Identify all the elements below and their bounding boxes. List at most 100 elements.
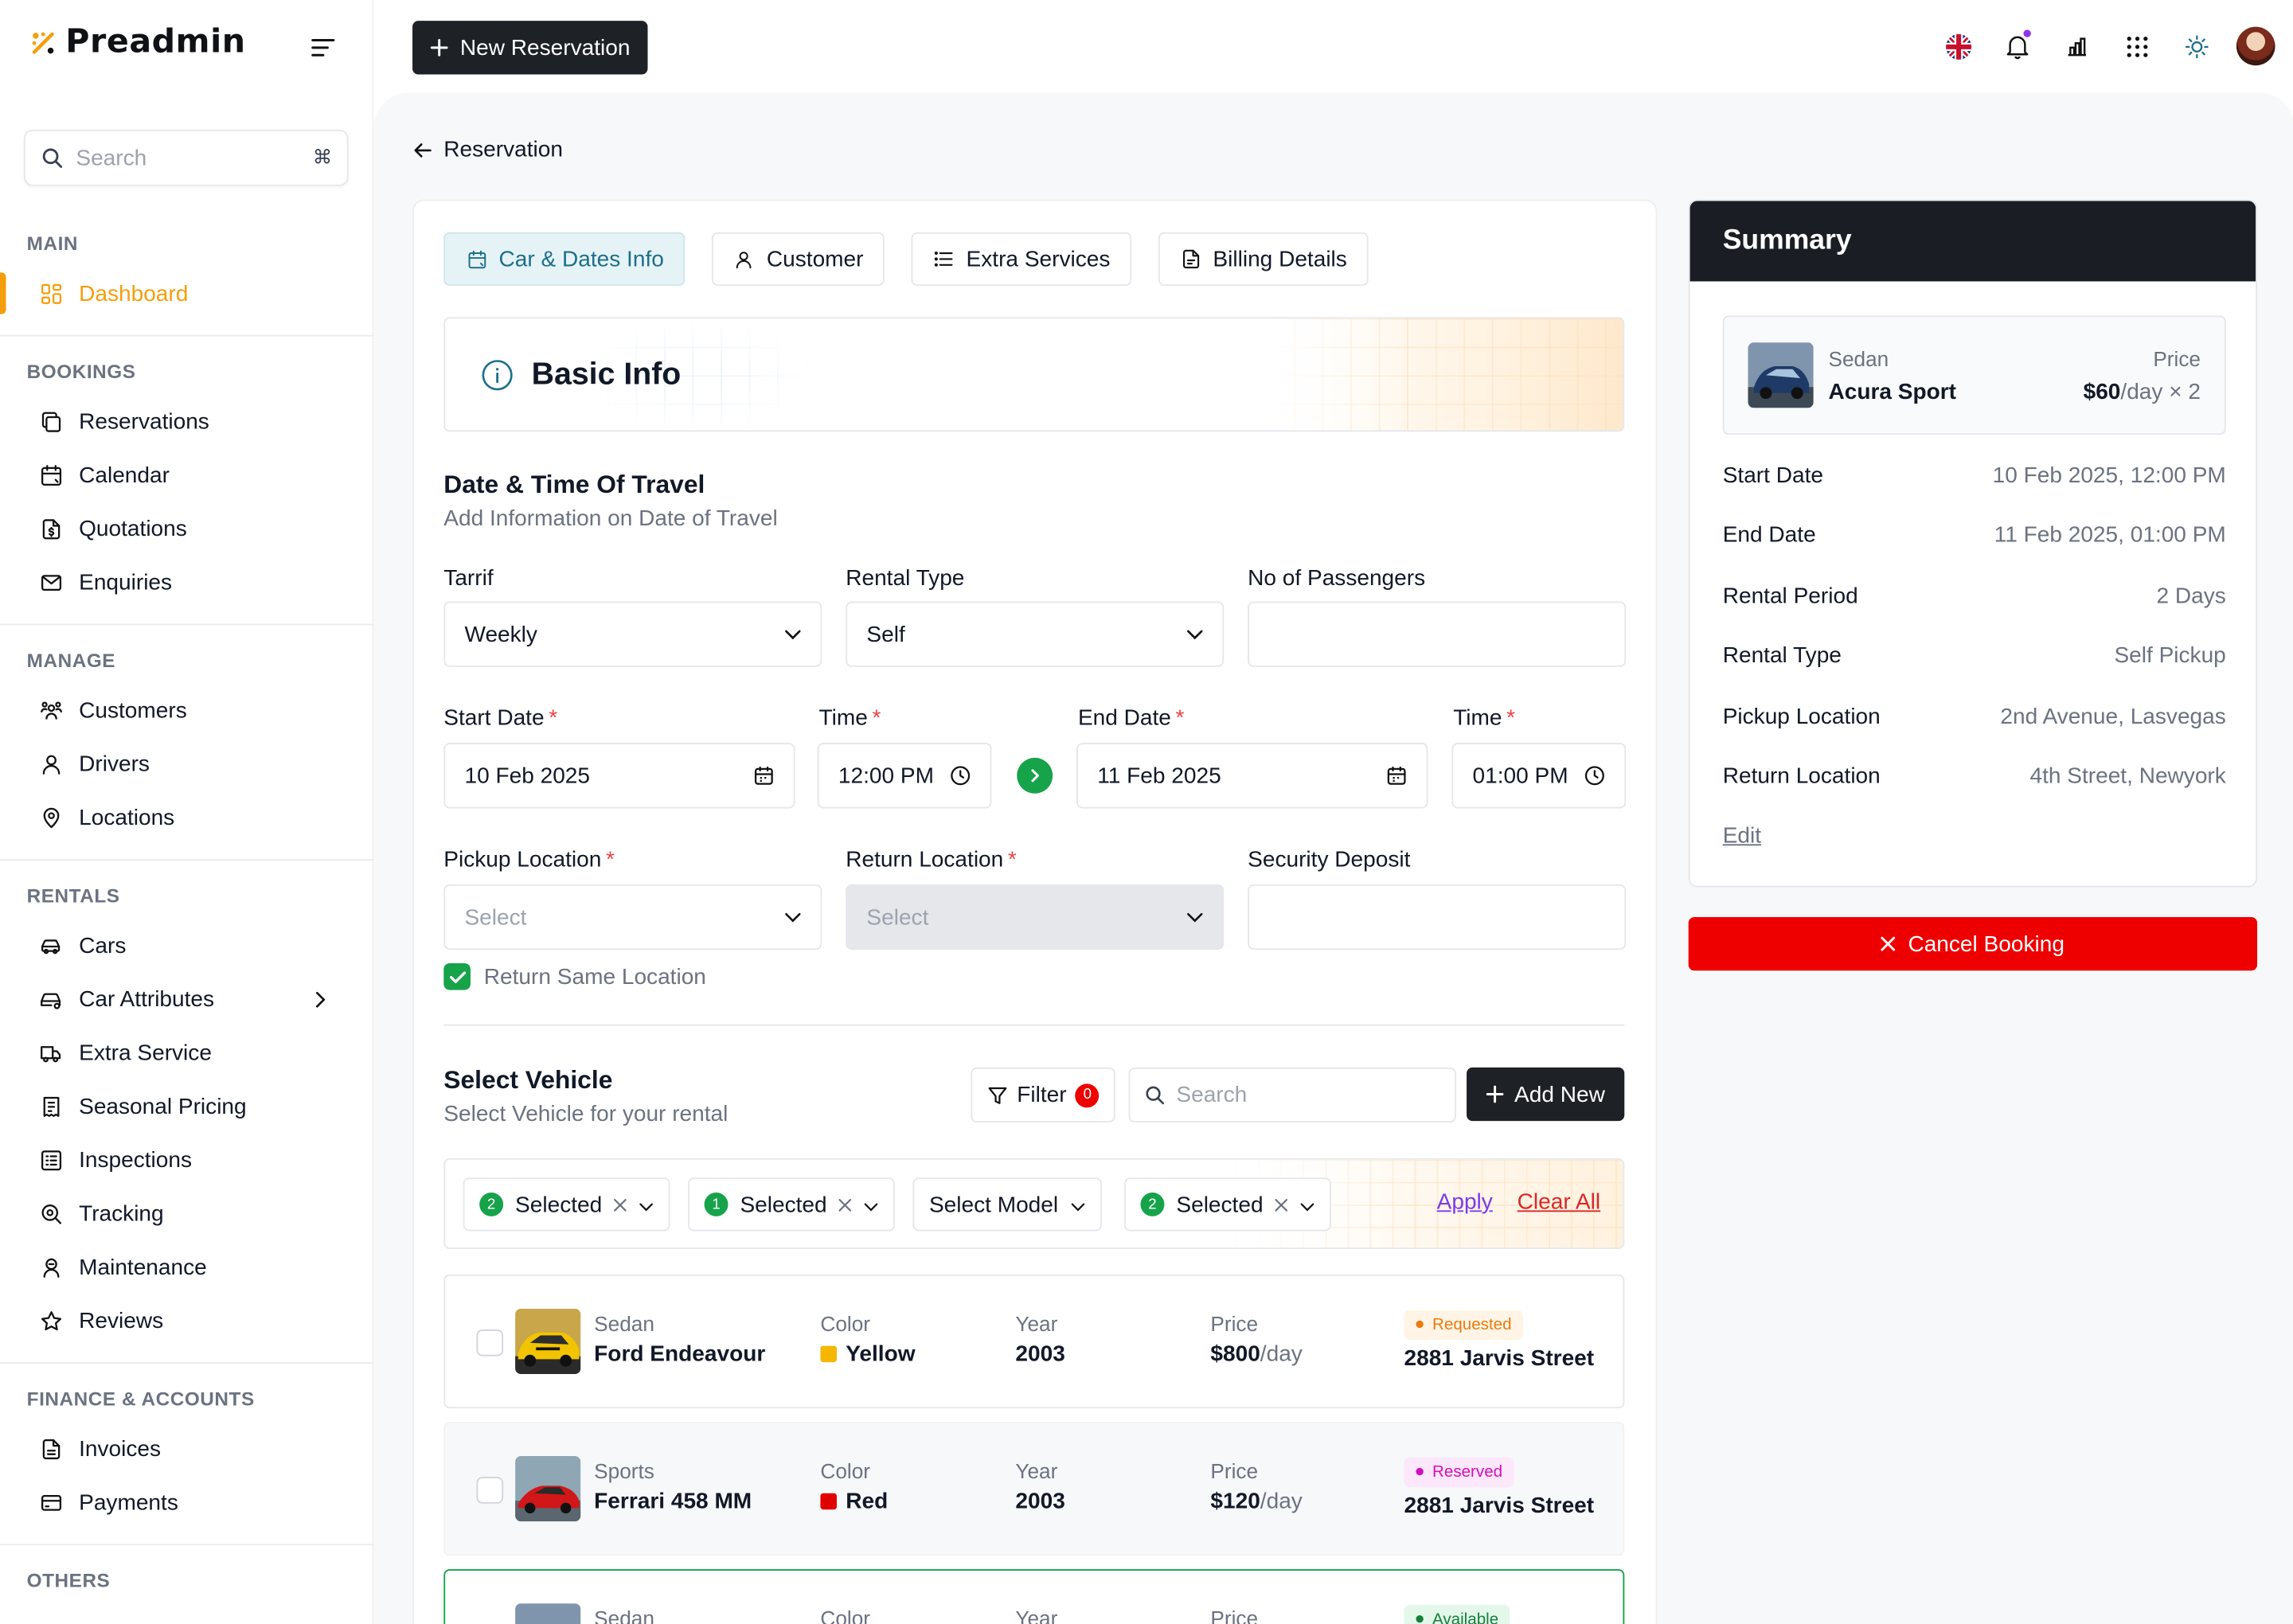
vehicle-row[interactable]: Sedan Ford Endeavour Color Yellow Year 2… [443, 1274, 1625, 1409]
sidebar-item-dashboard[interactable]: Dashboard [0, 267, 373, 320]
tab-label: Customer [766, 246, 864, 272]
vehicle-type: Sedan [594, 1311, 654, 1336]
apply-filters-link[interactable]: Apply [1437, 1189, 1493, 1215]
chip-count-badge: 2 [1140, 1192, 1165, 1216]
start-date-input[interactable]: 10 Feb 2025 [443, 743, 795, 809]
sidebar-item-reviews[interactable]: Reviews [0, 1294, 373, 1347]
return-location-select[interactable]: Select [846, 884, 1225, 951]
sidebar-search-input[interactable]: Search ⌘ [23, 129, 349, 186]
tab-extra-services[interactable]: Extra Services [911, 232, 1131, 287]
vehicle-name-col: Sedan Acura Sport [594, 1606, 722, 1624]
menu-icon [311, 38, 335, 57]
tarrif-select[interactable]: Weekly [443, 601, 822, 667]
year-label: Year [1015, 1311, 1058, 1336]
apps-grid-icon[interactable] [2117, 27, 2156, 66]
tracking-icon [39, 1201, 63, 1225]
cancel-booking-button[interactable]: Cancel Booking [1688, 916, 2258, 971]
new-reservation-button[interactable]: New Reservation [412, 21, 648, 75]
filter-chip[interactable]: Select Model [912, 1177, 1102, 1232]
notification-bell-icon[interactable] [1998, 27, 2037, 66]
sidebar-item-locations[interactable]: Locations [0, 791, 373, 844]
sidebar-item-inspections[interactable]: Inspections [0, 1133, 373, 1186]
summary-edit-link[interactable]: Edit [1723, 823, 1761, 849]
tab-car-dates-info[interactable]: Car & Dates Info [443, 232, 686, 287]
add-new-button[interactable]: Add New [1467, 1067, 1625, 1122]
filter-label: Filter [1017, 1082, 1067, 1108]
vehicle-search-input[interactable]: Search [1128, 1067, 1456, 1123]
rental-type-select[interactable]: Self [846, 601, 1225, 667]
add-new-label: Add New [1514, 1081, 1605, 1107]
user-avatar[interactable] [2236, 26, 2275, 66]
end-time-input[interactable]: 01:00 PM [1451, 743, 1627, 809]
sidebar-item-invoices[interactable]: Invoices [0, 1422, 373, 1475]
vehicle-row[interactable]: Sedan Acura Sport Color Blue Year 2003 P… [443, 1569, 1625, 1624]
vehicle-section-subtitle: Select Vehicle for your rental [443, 1101, 729, 1127]
nav-section-bookings: BOOKINGS Reservations Calendar Quotations En… [0, 337, 374, 626]
chip-label: Selected [740, 1192, 827, 1217]
summary-title: Summary [1689, 201, 2256, 282]
sidebar-item-label: Locations [79, 804, 175, 830]
sidebar-item-label: Calendar [79, 462, 170, 488]
vehicle-image [515, 1455, 581, 1522]
filter-button[interactable]: Filter 0 [971, 1067, 1116, 1123]
summary-car-card: Sedan Acura Sport Price $60/day × 2 [1722, 315, 2226, 435]
start-date-label: Start Date * [443, 705, 558, 732]
sidebar-item-seasonal-pricing[interactable]: Seasonal Pricing [0, 1079, 373, 1133]
close-icon[interactable] [1275, 1192, 1289, 1217]
return-placeholder: Select [866, 904, 929, 930]
sidebar-item-enquiries[interactable]: Enquiries [0, 556, 373, 609]
summary-row-label: End Date [1722, 523, 1816, 548]
sidebar-item-maintenance[interactable]: Maintenance [0, 1240, 373, 1294]
vehicle-image [515, 1603, 581, 1624]
tab-billing-details[interactable]: Billing Details [1158, 232, 1369, 287]
passengers-input[interactable] [1248, 601, 1627, 667]
pickup-location-label: Pickup Location * [443, 847, 615, 873]
vehicle-color-col: Color Blue [820, 1606, 894, 1624]
sidebar-item-customers[interactable]: Customers [0, 683, 373, 736]
close-icon[interactable] [839, 1192, 853, 1217]
filter-chip[interactable]: 1 Selected [687, 1177, 896, 1232]
start-time-input[interactable]: 12:00 PM [817, 743, 992, 809]
sidebar-item-calendar[interactable]: Calendar [0, 448, 373, 502]
analytics-icon[interactable] [2057, 27, 2096, 66]
vehicle-price-col: Price $60/day [1210, 1606, 1290, 1624]
sidebar-item-tracking[interactable]: Tracking [0, 1186, 373, 1239]
filter-chip[interactable]: 2 Selected [463, 1177, 671, 1232]
brand-logo[interactable]: Preadmin [29, 24, 245, 61]
sidebar-item-label: Inspections [79, 1146, 193, 1173]
sidebar-item-car-attributes[interactable]: Car Attributes [0, 972, 373, 1025]
tab-customer[interactable]: Customer [711, 232, 885, 287]
sidebar-item-reservations[interactable]: Reservations [0, 395, 373, 448]
filter-chip[interactable]: 2 Selected [1123, 1177, 1332, 1232]
theme-sun-icon[interactable] [2177, 27, 2216, 66]
map-pin-icon [39, 806, 63, 830]
calendar-icon [754, 767, 773, 785]
summary-row-value: 2nd Avenue, Lasvegas [2000, 703, 2226, 729]
pickup-location-select[interactable]: Select [443, 884, 822, 951]
vehicle-color: Red [820, 1489, 888, 1514]
return-same-location-checkbox[interactable]: Return Same Location [443, 962, 706, 990]
chip-count-badge: 1 [704, 1192, 729, 1216]
clear-all-link[interactable]: Clear All [1518, 1189, 1600, 1215]
vehicle-year: 2003 [1015, 1489, 1065, 1514]
end-date-input[interactable]: 11 Feb 2025 [1076, 743, 1428, 809]
sidebar-item-label: Car Attributes [79, 986, 215, 1012]
tools-icon [39, 1255, 63, 1279]
checkbox[interactable] [476, 1477, 504, 1504]
back-to-reservations-link[interactable]: Reservation [414, 137, 563, 162]
vehicle-row[interactable]: Sports Ferrari 458 MM Color Red Year 200… [443, 1421, 1625, 1556]
summary-car-image [1748, 342, 1814, 408]
sidebar-item-drivers[interactable]: Drivers [0, 737, 373, 791]
arrow-left-icon [414, 142, 432, 157]
security-deposit-input[interactable] [1248, 884, 1627, 951]
summary-row-value: 2 Days [2156, 583, 2226, 609]
checkbox-checked-icon[interactable] [443, 962, 471, 990]
menu-toggle-button[interactable] [303, 29, 344, 65]
sidebar-item-cars[interactable]: Cars [0, 919, 373, 972]
checkbox[interactable] [476, 1329, 504, 1357]
language-flag-icon[interactable] [1939, 27, 1978, 66]
close-icon[interactable] [614, 1192, 627, 1217]
sidebar-item-payments[interactable]: Payments [0, 1475, 373, 1528]
sidebar-item-quotations[interactable]: Quotations [0, 502, 373, 555]
sidebar-item-extra-service[interactable]: Extra Service [0, 1025, 373, 1079]
